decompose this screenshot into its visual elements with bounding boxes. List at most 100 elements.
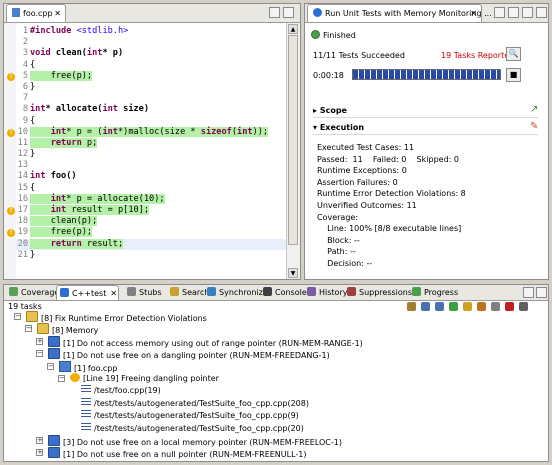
collapse-icon[interactable]: −	[36, 350, 43, 358]
expand-icon[interactable]: +	[36, 449, 43, 457]
code-line[interactable]: 8 int* allocate(int size)	[16, 104, 286, 115]
execution-line: Block: --	[317, 235, 360, 245]
tab-label: Coverage	[21, 288, 60, 297]
editor-scrollbar[interactable]: ▲ ▼	[286, 23, 300, 279]
tab-suppressions[interactable]: Suppressions	[344, 285, 412, 300]
tree-row[interactable]: /test/tests/autogenerated/TestSuite_foo_…	[71, 410, 299, 422]
tab-coverage[interactable]: Coverage	[6, 285, 60, 300]
code-line[interactable]: 13	[16, 160, 286, 171]
filter-icon[interactable]	[407, 302, 416, 311]
line-number: 4	[22, 59, 28, 70]
tree-row[interactable]: + [3] Do not use free on a local memory p…	[36, 435, 342, 447]
tab-synchronize[interactable]: Synchronize	[204, 285, 268, 300]
view-menu-icon[interactable]	[519, 302, 528, 311]
scope-icon[interactable]: ↗	[530, 105, 540, 115]
scroll-thumb[interactable]	[288, 35, 298, 245]
stack-icon	[81, 397, 91, 407]
run-tests-icon	[313, 8, 322, 17]
tasks-search-button[interactable]: 🔍	[506, 47, 521, 61]
code-line[interactable]: 5 free(p);!	[7, 70, 286, 82]
collapse-icon[interactable]: −	[25, 325, 32, 333]
code-line[interactable]: 2	[16, 37, 286, 48]
code-token: ));	[252, 126, 269, 137]
code-line[interactable]: 16 int* p = allocate(10);	[16, 193, 286, 205]
tree-row[interactable]: + [1] Do not use free on a null pointer (…	[36, 447, 307, 459]
code-line[interactable]: 1 #include <stdlib.h>	[16, 26, 286, 37]
close-icon[interactable]: ✕	[470, 5, 477, 23]
code-line[interactable]: 12}	[16, 149, 286, 160]
tree-row[interactable]: + [1] Do not access memory using out of r…	[36, 335, 363, 348]
code-line[interactable]: 20 return result;	[16, 238, 286, 250]
tree-row[interactable]: − [1] Do not use free on a dangling point…	[36, 348, 330, 360]
warning-icon[interactable]: !	[7, 72, 15, 81]
minimize-icon[interactable]	[522, 7, 533, 18]
code-token: return	[50, 137, 82, 148]
code-line[interactable]: 11 return p;	[16, 137, 286, 149]
collapse-icon[interactable]: −	[58, 375, 65, 382]
view-menu-icon[interactable]	[508, 7, 519, 18]
collapse-icon[interactable]	[494, 7, 505, 18]
editor-tab[interactable]: foo.cpp ✕	[6, 4, 66, 22]
minimize-icon[interactable]	[523, 287, 534, 298]
tab-search[interactable]: Search	[167, 285, 209, 300]
test-run-tab[interactable]: Run Unit Tests with Memory Monitoring ..…	[307, 4, 492, 23]
code-line[interactable]: 18 clean(p);	[16, 216, 286, 227]
expand-icon[interactable]: +	[36, 437, 43, 444]
sort-down-icon[interactable]	[435, 302, 444, 311]
close-icon[interactable]: ✕	[110, 289, 117, 298]
code-token: int	[86, 48, 103, 59]
code-line[interactable]: 9{	[16, 116, 286, 127]
collapse-icon[interactable]: −	[14, 313, 21, 320]
refresh-icon[interactable]	[449, 302, 458, 311]
scope-section[interactable]: ▸ Scope	[313, 104, 548, 118]
tree-row[interactable]: − [8] Memory	[25, 323, 98, 335]
code-line[interactable]: 7	[16, 93, 286, 104]
export-icon[interactable]	[477, 302, 486, 311]
execution-section[interactable]: ▾ Execution	[313, 121, 548, 135]
tree-row[interactable]: − [8] Fix Runtime Error Detection Violati…	[14, 311, 207, 323]
warning-icon[interactable]: !	[7, 207, 15, 215]
code-line[interactable]: 4{	[16, 60, 286, 71]
expand-icon[interactable]: +	[36, 337, 43, 345]
code-text: clean(p);	[30, 216, 98, 227]
tree-label: /test/tests/autogenerated/TestSuite_foo_…	[94, 423, 304, 433]
tab-history[interactable]: History	[304, 285, 347, 300]
code-line[interactable]: 3 void clean(int* p)	[16, 48, 286, 59]
maximize-icon[interactable]	[536, 7, 547, 18]
code-line[interactable]: 15{	[16, 183, 286, 194]
code-line[interactable]: 19 free(p);!	[7, 227, 286, 238]
code-line[interactable]: 17 int result = p[10];!	[7, 205, 286, 216]
suppressions-icon	[347, 287, 356, 296]
scroll-down-icon[interactable]: ▼	[288, 268, 298, 278]
delete-icon[interactable]	[505, 302, 514, 311]
code-area[interactable]: 1 #include <stdlib.h> 2 3 void clean(int* p)…	[7, 26, 286, 261]
tab-progress[interactable]: Progress	[409, 285, 458, 300]
code-line[interactable]: 10 int* p = (int*)malloc(size * sizeof(i…	[7, 126, 286, 138]
sort-up-icon[interactable]	[421, 302, 430, 311]
tab-console[interactable]: Console	[260, 285, 307, 300]
code-line[interactable]: 6}	[16, 82, 286, 93]
tab-c-test[interactable]: C++test ✕	[56, 285, 119, 300]
stop-button[interactable]: ■	[506, 68, 521, 82]
tree-row[interactable]: − [Line 19] Freeing dangling pointer	[58, 373, 219, 385]
scroll-up-icon[interactable]: ▲	[288, 24, 298, 34]
synchronize-icon	[207, 287, 216, 296]
maximize-icon[interactable]	[283, 7, 294, 18]
code-token: }	[30, 249, 36, 260]
tree-row[interactable]: /test/tests/autogenerated/TestSuite_foo_…	[71, 397, 309, 410]
close-icon[interactable]: ✕	[54, 5, 61, 23]
maximize-icon[interactable]	[536, 287, 547, 298]
collapse-icon[interactable]: −	[47, 362, 54, 370]
code-line[interactable]: 21}	[16, 250, 286, 261]
configure-icon[interactable]	[491, 302, 500, 311]
tree-row[interactable]: /test/tests/autogenerated/TestSuite_foo_…	[71, 422, 304, 435]
tab-stubs[interactable]: Stubs	[124, 285, 166, 300]
execution-icon[interactable]: ✎	[530, 122, 540, 132]
line-number: 6	[22, 81, 28, 92]
tree-row[interactable]: − [1] foo.cpp	[47, 360, 117, 373]
tree-row[interactable]: /test/foo.cpp(19)	[71, 385, 161, 397]
minimize-icon[interactable]	[269, 7, 280, 18]
code-line[interactable]: 14 int foo()	[16, 171, 286, 182]
import-icon[interactable]	[463, 302, 472, 311]
warning-icon[interactable]: !	[7, 128, 15, 137]
